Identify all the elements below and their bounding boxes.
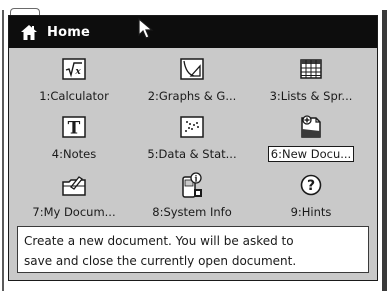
menu-item-label: 1:Calculator (39, 89, 109, 103)
home-menu-dialog: Home x 1:Calculator 2:Graphs & G... 3:Li… (8, 15, 378, 281)
calculator-sqrt-icon: x (61, 56, 87, 82)
menu-item-data-stats[interactable]: 5:Data & Stat... (133, 112, 251, 170)
menu-item-hints[interactable]: ? 9:Hints (251, 170, 371, 228)
menu-item-label: 5:Data & Stat... (147, 147, 237, 161)
background-frame-right-edge (382, 10, 387, 291)
background-frame-left-edge (2, 10, 4, 291)
menu-item-label: 4:Notes (51, 147, 97, 161)
svg-text:x: x (74, 67, 81, 77)
notes-T-icon: T (61, 114, 87, 140)
menu-item-label: 3:Lists & Spr... (269, 89, 353, 103)
screen: Home x 1:Calculator 2:Graphs & G... 3:Li… (0, 0, 387, 291)
svg-text:T: T (68, 119, 81, 139)
dialog-title: Home (47, 24, 90, 40)
graphs-geometry-icon (179, 56, 205, 82)
system-info-icon: i (179, 172, 205, 198)
menu-item-calculator[interactable]: x 1:Calculator (15, 54, 133, 112)
mouse-pointer-icon (138, 17, 154, 40)
menu-item-system-info[interactable]: i 8:System Info (133, 170, 251, 228)
hint-description-box: Create a new document. You will be asked… (17, 226, 369, 273)
menu-item-label: 2:Graphs & G... (147, 89, 237, 103)
menu-item-my-documents[interactable]: 7:My Docum... (15, 170, 133, 228)
menu-grid: x 1:Calculator 2:Graphs & G... 3:Lists &… (15, 54, 371, 228)
hint-line-1: Create a new document. You will be asked… (24, 234, 294, 248)
svg-text:?: ? (307, 178, 315, 194)
menu-item-label: 9:Hints (290, 205, 332, 219)
menu-item-graphs-geometry[interactable]: 2:Graphs & G... (133, 54, 251, 112)
data-stats-icon (179, 114, 205, 140)
home-icon (19, 22, 39, 42)
dialog-titlebar: Home (9, 16, 377, 48)
my-documents-folder-icon (61, 172, 87, 198)
menu-item-label: 8:System Info (152, 205, 232, 219)
hints-question-icon: ? (298, 172, 324, 198)
spreadsheet-icon (298, 56, 324, 82)
menu-item-notes[interactable]: T 4:Notes (15, 112, 133, 170)
svg-text:i: i (194, 174, 197, 184)
menu-item-label: 7:My Docum... (32, 205, 116, 219)
hint-line-2: save and close the currently open docume… (24, 254, 297, 268)
menu-item-new-document[interactable]: 6:New Docu... (251, 112, 371, 170)
new-document-icon (298, 114, 324, 140)
menu-item-label: 6:New Docu... (267, 146, 355, 162)
menu-item-lists-spreadsheet[interactable]: 3:Lists & Spr... (251, 54, 371, 112)
